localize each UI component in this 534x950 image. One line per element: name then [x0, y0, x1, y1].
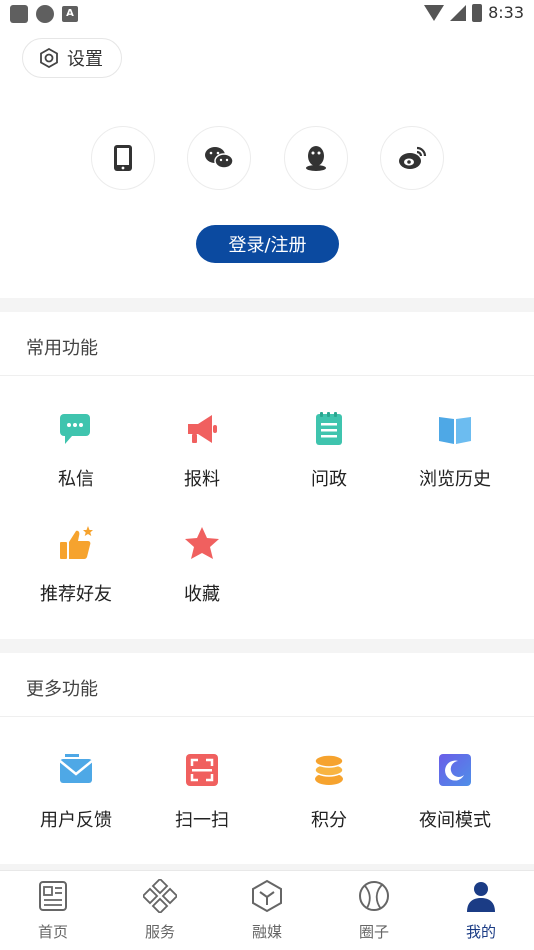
- qq-login-button[interactable]: [284, 126, 348, 190]
- thumbs-up-icon: [60, 526, 93, 559]
- sync-icon: [36, 5, 54, 23]
- divider: [0, 716, 534, 717]
- wifi-icon: [424, 4, 445, 21]
- scan-icon: [186, 754, 218, 786]
- tab-label: 我的: [465, 923, 496, 941]
- tab-label: 圈子: [358, 923, 389, 941]
- divider: [0, 375, 534, 376]
- feature-label: 夜间模式: [419, 810, 491, 831]
- feature-recommend-friend[interactable]: 推荐好友: [13, 524, 139, 606]
- common-features-title: 常用功能: [26, 338, 98, 359]
- service-icon: [143, 879, 177, 913]
- feature-user-feedback[interactable]: 用户反馈: [13, 750, 139, 832]
- a-badge-icon: A: [62, 6, 78, 22]
- status-time: 8:33: [488, 3, 524, 22]
- feature-label: 报料: [184, 469, 220, 490]
- tab-label: 融媒: [251, 923, 282, 941]
- feature-scan[interactable]: 扫一扫: [139, 750, 265, 832]
- wechat-login-button[interactable]: [187, 126, 251, 190]
- feature-label: 扫一扫: [175, 810, 229, 831]
- tab-circle[interactable]: 圈子: [321, 879, 427, 942]
- status-bar: A 8:33: [0, 0, 534, 28]
- news-icon: [39, 881, 67, 911]
- feature-label: 浏览历史: [419, 469, 491, 490]
- feature-label: 积分: [311, 810, 347, 831]
- mail-icon: [59, 754, 93, 783]
- media-cube-icon: [252, 879, 282, 913]
- feature-night-mode[interactable]: 夜间模式: [392, 750, 518, 832]
- coins-icon: [314, 754, 344, 785]
- tab-label: 服务: [144, 923, 175, 941]
- qq-icon: [306, 146, 326, 171]
- circle-icon: [359, 881, 389, 911]
- settings-button[interactable]: 设置: [22, 38, 122, 78]
- settings-label: 设置: [67, 49, 103, 70]
- more-features-title: 更多功能: [26, 679, 98, 700]
- star-icon: [185, 527, 219, 559]
- tab-service[interactable]: 服务: [107, 879, 213, 942]
- tab-media[interactable]: 融媒: [214, 879, 320, 942]
- feature-private-message[interactable]: 私信: [13, 409, 139, 491]
- tab-home[interactable]: 首页: [0, 879, 106, 942]
- signal-icon: [450, 4, 467, 21]
- feature-label: 收藏: [184, 584, 220, 605]
- moon-icon: [439, 754, 471, 786]
- feature-browse-history[interactable]: 浏览历史: [392, 409, 518, 491]
- feature-label: 用户反馈: [40, 810, 112, 831]
- book-icon: [439, 417, 471, 444]
- phone-icon: [114, 145, 132, 171]
- feature-tip-off[interactable]: 报料: [139, 409, 265, 491]
- notification-icon: [10, 5, 28, 23]
- tab-label: 首页: [37, 923, 68, 941]
- feature-points[interactable]: 积分: [266, 750, 392, 832]
- feature-favorites[interactable]: 收藏: [139, 524, 265, 606]
- status-right: 8:33: [424, 3, 524, 22]
- settings-icon: [40, 48, 58, 68]
- notepad-icon: [316, 412, 342, 445]
- bottom-tab-bar: 首页 服务 融媒 圈子 我的: [0, 870, 534, 950]
- feature-label: 私信: [58, 469, 94, 490]
- status-left: A: [10, 5, 78, 23]
- profile-icon: [467, 882, 495, 912]
- wechat-icon: [205, 147, 234, 169]
- feature-label: 推荐好友: [40, 584, 112, 605]
- section-separator: [0, 639, 534, 653]
- section-separator: [0, 298, 534, 312]
- message-icon: [60, 414, 90, 444]
- weibo-icon: [399, 146, 427, 169]
- phone-login-button[interactable]: [91, 126, 155, 190]
- login-register-button[interactable]: 登录/注册: [196, 225, 339, 263]
- megaphone-icon: [188, 415, 217, 443]
- battery-icon: [472, 3, 483, 22]
- tab-mine[interactable]: 我的: [428, 879, 534, 942]
- feature-label: 问政: [311, 469, 347, 490]
- weibo-login-button[interactable]: [380, 126, 444, 190]
- feature-inquiry[interactable]: 问政: [266, 409, 392, 491]
